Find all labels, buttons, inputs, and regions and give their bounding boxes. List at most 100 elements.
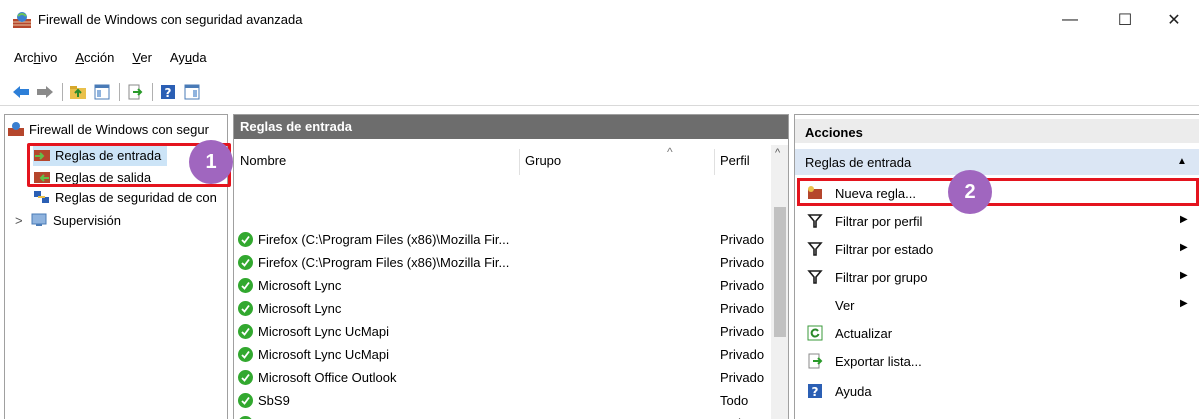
menu-accion[interactable]: Acción — [65, 48, 122, 70]
rule-profile: Privado — [720, 278, 765, 293]
action-label: Filtrar por grupo — [835, 270, 928, 285]
rule-name: Microsoft Lync UcMapi — [258, 347, 389, 362]
rule-name: Firefox (C:\Program Files (x86)\Mozilla … — [258, 232, 510, 247]
action-actualizar[interactable]: Actualizar — [795, 319, 1199, 347]
column-separator[interactable] — [519, 149, 520, 175]
pane-title: Reglas de entrada — [234, 115, 788, 139]
menu-archivo[interactable]: Archivo — [0, 48, 65, 70]
maximize-button[interactable]: ☐ — [1101, 0, 1149, 40]
tree-item-reglas-seguridad[interactable]: Reglas de seguridad de con — [33, 186, 217, 208]
tree-item-supervision[interactable]: > Supervisión — [15, 209, 121, 231]
rule-profile: Privado — [720, 255, 765, 270]
svg-text:?: ? — [165, 86, 172, 100]
menu-ver[interactable]: Ver — [122, 48, 160, 70]
help-icon: ? — [807, 383, 823, 399]
rule-name: Microsoft Lync — [258, 278, 342, 293]
scrollbar-thumb[interactable] — [774, 207, 786, 337]
action-ayuda[interactable]: ? Ayuda — [795, 377, 1199, 405]
tree-item-label: Firewall de Windows con segur — [29, 121, 209, 137]
show-tree-button[interactable] — [91, 81, 113, 103]
actions-section-reglas-entrada[interactable]: Reglas de entrada ▲ — [795, 149, 1199, 175]
enabled-check-icon — [238, 278, 253, 293]
table-row[interactable]: Microsoft Lync Privado — [234, 297, 771, 320]
rule-profile: Privado — [720, 301, 765, 316]
minimize-button[interactable]: — — [1046, 0, 1094, 40]
tree-item-label: Reglas de seguridad de con — [55, 189, 217, 205]
toolbar: ? — [0, 78, 1199, 106]
action-label: Filtrar por estado — [835, 242, 934, 257]
enabled-check-icon — [238, 393, 253, 408]
table-row[interactable]: Microsoft Lync UcMapi Privado — [234, 320, 771, 343]
table-row[interactable]: Firefox (C:\Program Files (x86)\Mozilla … — [234, 251, 771, 274]
back-button[interactable] — [10, 81, 32, 103]
submenu-arrow-icon: ▶ — [1180, 270, 1188, 281]
action-pane-button[interactable] — [181, 81, 203, 103]
rule-profile: Privado — [720, 232, 765, 247]
column-header-grupo[interactable]: Grupo — [525, 153, 561, 168]
menu-ayuda[interactable]: Ayuda — [160, 48, 215, 70]
action-filtrar-por-grupo[interactable]: Filtrar por grupo ▶ — [795, 263, 1199, 291]
action-ver[interactable]: Ver ▶ — [795, 291, 1199, 319]
close-button[interactable]: ✕ — [1150, 0, 1198, 40]
table-row[interactable]: Firefox (C:\Program Files (x86)\Mozilla … — [234, 228, 771, 251]
rule-profile: Todo — [720, 393, 749, 408]
action-filtrar-por-perfil[interactable]: Filtrar por perfil ▶ — [795, 207, 1199, 235]
sort-caret-icon: ^ — [667, 145, 673, 159]
action-label: Ayuda — [835, 384, 872, 399]
table-row[interactable]: SIABUC9Todo — [234, 412, 771, 419]
action-label: Ver — [835, 298, 855, 313]
up-level-button[interactable] — [67, 81, 89, 103]
export-button[interactable] — [124, 81, 146, 103]
enabled-check-icon — [238, 370, 253, 385]
rule-name: Microsoft Lync — [258, 301, 342, 316]
rule-profile: Privado — [720, 370, 765, 385]
callout-badge-1: 1 — [189, 140, 233, 184]
svg-text:?: ? — [812, 385, 819, 399]
column-headers: Nombre Grupo Perfil — [234, 145, 771, 175]
scroll-up-icon[interactable]: ^ — [775, 147, 780, 159]
table-row[interactable]: Microsoft Lync UcMapi Privado — [234, 343, 771, 366]
rule-profile: Privado — [720, 324, 765, 339]
monitoring-icon — [31, 213, 47, 226]
submenu-arrow-icon: ▶ — [1180, 298, 1188, 309]
table-row[interactable]: SbS9 Todo — [234, 389, 771, 412]
callout-badge-2: 2 — [948, 170, 992, 214]
action-filtrar-por-estado[interactable]: Filtrar por estado ▶ — [795, 235, 1199, 263]
table-row[interactable]: Microsoft Office Outlook Privado — [234, 366, 771, 389]
column-separator[interactable] — [714, 149, 715, 175]
vertical-scrollbar[interactable]: ^ — [771, 145, 788, 419]
firewall-app-icon — [8, 122, 24, 136]
column-header-nombre[interactable]: Nombre — [240, 153, 286, 168]
rule-name: SbS9 — [258, 393, 290, 408]
action-label: Filtrar por perfil — [835, 214, 923, 229]
folder-up-icon — [70, 85, 86, 99]
rule-profile: Privado — [720, 347, 765, 362]
enabled-check-icon — [238, 232, 253, 247]
help-button[interactable]: ? — [157, 81, 179, 103]
enabled-check-icon — [238, 324, 253, 339]
enabled-check-icon — [238, 347, 253, 362]
tree-item-label: Supervisión — [53, 212, 121, 228]
highlight-box-nueva-regla — [797, 178, 1199, 206]
firewall-app-icon — [13, 12, 31, 28]
rule-name: Firefox (C:\Program Files (x86)\Mozilla … — [258, 255, 510, 270]
column-header-perfil[interactable]: Perfil — [720, 153, 750, 168]
action-pane-icon — [184, 84, 200, 99]
toolbar-separator — [62, 82, 63, 101]
menu-bar: Archivo Acción Ver Ayuda — [0, 48, 215, 70]
toolbar-separator — [119, 82, 120, 101]
title-bar: Firewall de Windows con seguridad avanza… — [0, 0, 1199, 40]
table-row[interactable]: Microsoft Lync Privado — [234, 274, 771, 297]
filter-icon — [807, 213, 823, 229]
show-pane-icon — [94, 84, 110, 99]
enabled-check-icon — [238, 301, 253, 316]
expand-chevron-icon[interactable]: > — [15, 213, 27, 228]
window-title: Firewall de Windows con seguridad avanza… — [38, 12, 303, 27]
forward-button[interactable] — [34, 81, 56, 103]
filter-icon — [807, 241, 823, 257]
rules-list-pane: Reglas de entrada Nombre Grupo Perfil ^ … — [233, 114, 789, 419]
section-label: Reglas de entrada — [805, 155, 912, 170]
collapse-triangle-icon[interactable]: ▲ — [1177, 156, 1187, 167]
tree-item-firewall-root[interactable]: Firewall de Windows con segur — [7, 118, 209, 140]
action-exportar-lista[interactable]: Exportar lista... — [795, 347, 1199, 375]
